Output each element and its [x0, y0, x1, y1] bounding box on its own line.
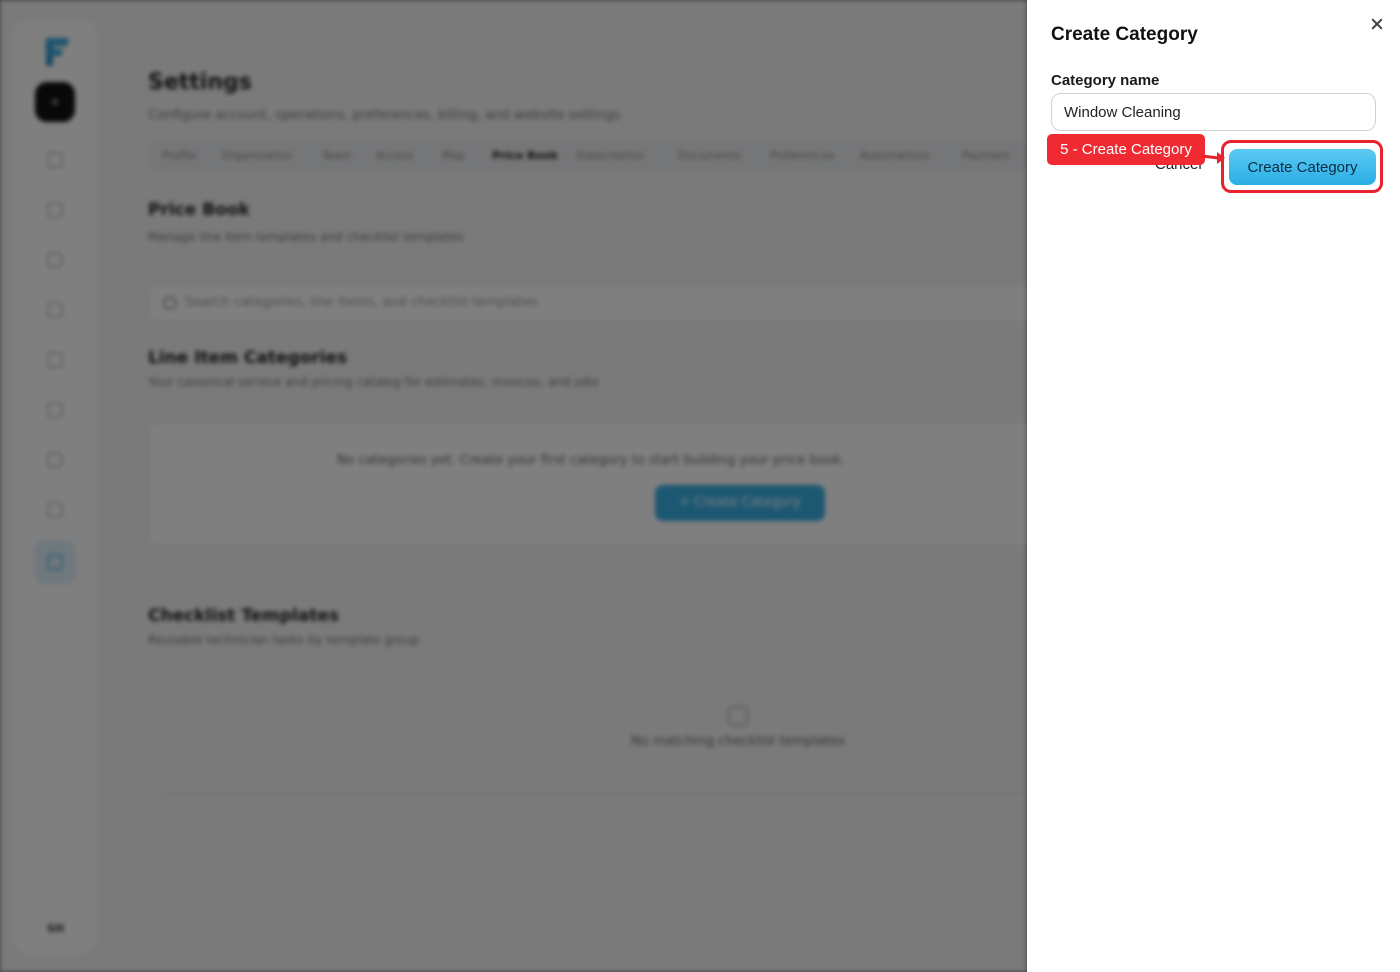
category-name-input[interactable] — [1051, 93, 1376, 131]
close-icon[interactable] — [1367, 14, 1387, 34]
category-name-label: Category name — [1051, 72, 1160, 89]
step-highlight-box — [1221, 140, 1383, 193]
dialog-title: Create Category — [1051, 24, 1198, 45]
arrow-right-icon — [1201, 152, 1225, 164]
modal-overlay[interactable] — [0, 0, 1027, 972]
step-badge: 5 - Create Category — [1047, 134, 1205, 165]
